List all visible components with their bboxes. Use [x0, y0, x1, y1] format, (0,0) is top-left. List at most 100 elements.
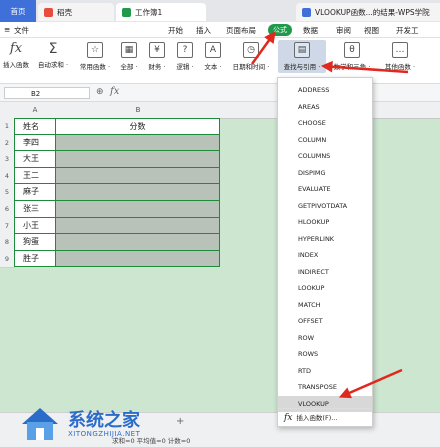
name-cell[interactable]: 王二	[14, 167, 56, 185]
row-header[interactable]: 4	[0, 167, 15, 186]
name-cell[interactable]: 李四	[14, 134, 56, 152]
row-header[interactable]: 6	[0, 201, 15, 219]
fx-bar-icon[interactable]: fx	[110, 86, 119, 97]
function-item-choose[interactable]: CHOOSE	[278, 115, 372, 131]
lookup-reference-button[interactable]: ▤ 查找与引用 ·	[278, 40, 326, 73]
formula-toolbar: fx 插入函数 Σ 自动求和 · ☆ 常用函数 · ▦ 全部 · ¥ 财务 · …	[0, 38, 440, 84]
row-header[interactable]: 3	[0, 151, 15, 169]
insert-function-menu-label: 插入函数(F)...	[296, 414, 338, 422]
score-cell[interactable]	[56, 184, 220, 201]
row-header[interactable]: 9	[0, 250, 15, 269]
menu-view[interactable]: 视图	[364, 25, 379, 36]
function-item-rows[interactable]: ROWS	[278, 346, 372, 362]
insert-function-label: 插入函数	[3, 61, 29, 69]
tab-home-label: 首页	[10, 6, 26, 16]
browser-icon	[302, 7, 311, 17]
function-item-address[interactable]: ADDRESS	[278, 82, 372, 98]
function-item-evaluate[interactable]: EVALUATE	[278, 181, 372, 197]
menu-icon[interactable]: ≡	[4, 25, 10, 34]
function-item-hyperlink[interactable]: HYPERLINK	[278, 231, 372, 247]
name-cell[interactable]: 麻子	[14, 184, 56, 201]
menu-review[interactable]: 审阅	[336, 25, 351, 36]
name-cell[interactable]: 小王	[14, 217, 56, 235]
select-all-corner[interactable]	[0, 102, 15, 119]
score-cell[interactable]	[56, 134, 220, 152]
column-header-a[interactable]: A	[14, 102, 57, 119]
name-cell[interactable]: 大王	[14, 151, 56, 168]
function-item-rtd[interactable]: RTD	[278, 363, 372, 379]
lookup-reference-dropdown: ADDRESS AREAS CHOOSE COLUMN COLUMNS DISPIMG EV…	[277, 77, 373, 427]
insert-function-menu-item[interactable]: fx 插入函数(F)...	[278, 408, 372, 426]
name-cell[interactable]: 狗蛋	[14, 234, 56, 251]
daoke-icon	[44, 7, 53, 17]
other-functions-button[interactable]: … 其他函数 ·	[380, 42, 420, 71]
text-button[interactable]: A 文本 ·	[201, 42, 225, 71]
function-item-areas[interactable]: AREAS	[278, 99, 372, 115]
score-cell[interactable]	[56, 250, 220, 268]
row-header[interactable]: 5	[0, 184, 15, 202]
score-cell[interactable]	[56, 167, 220, 185]
function-item-getpivotdata[interactable]: GETPIVOTDATA	[278, 198, 372, 214]
math-trig-label: 数学和三角 ·	[333, 63, 371, 71]
tab-daoke-label: 稻壳	[57, 7, 72, 17]
all-functions-button[interactable]: ▦ 全部 ·	[117, 42, 141, 71]
fx-icon: fx	[9, 41, 23, 56]
function-item-offset[interactable]: OFFSET	[278, 313, 372, 329]
function-item-index[interactable]: INDEX	[278, 247, 372, 263]
header-cell-name[interactable]: 姓名	[14, 118, 56, 135]
function-item-indirect[interactable]: INDIRECT	[278, 264, 372, 280]
tab-daoke[interactable]: 稻壳	[38, 3, 114, 21]
row-header[interactable]: 1	[0, 118, 15, 136]
row-header[interactable]: 8	[0, 234, 15, 252]
zoom-icon[interactable]: ⊕	[96, 87, 104, 97]
tab-vlookup-page[interactable]: VLOOKUP函数...的结果-WPS学院	[296, 3, 440, 21]
score-cell[interactable]	[56, 217, 220, 235]
tab-workbook-label: 工作簿1	[135, 7, 163, 17]
row-header[interactable]: 2	[0, 134, 15, 153]
text-label: 文本 ·	[204, 63, 222, 71]
date-time-button[interactable]: ◷ 日期和时间 ·	[229, 42, 273, 71]
menu-file[interactable]: 文件	[14, 25, 29, 36]
function-item-column[interactable]: COLUMN	[278, 132, 372, 148]
tab-home[interactable]: 首页	[0, 0, 36, 22]
function-item-lookup[interactable]: LOOKUP	[278, 280, 372, 296]
function-item-dispimg[interactable]: DISPIMG	[278, 165, 372, 181]
score-cell[interactable]	[56, 151, 220, 168]
table-icon: ▤	[294, 42, 310, 58]
finance-button[interactable]: ¥ 财务 ·	[145, 42, 169, 71]
column-header-b[interactable]: B	[56, 102, 221, 119]
common-functions-button[interactable]: ☆ 常用函数 ·	[76, 42, 114, 71]
menu-bar: ≡ 文件 开始 插入 页面布局 公式 数据 审阅 视图 开发工	[0, 22, 440, 38]
menu-formula[interactable]: 公式	[268, 24, 292, 36]
worksheet-grid[interactable]: A B 1 姓名 分数 2 李四 3 大王 4 王二 5 麻子 6 张三 7 小王 8 狗蛋 9 胜子	[0, 102, 440, 412]
name-cell[interactable]: 张三	[14, 201, 56, 218]
common-functions-label: 常用函数 ·	[79, 63, 111, 71]
tab-workbook[interactable]: 工作簿1	[116, 3, 206, 21]
function-item-columns[interactable]: COLUMNS	[278, 148, 372, 164]
function-item-hlookup[interactable]: HLOOKUP	[278, 214, 372, 230]
menu-page-layout[interactable]: 页面布局	[226, 25, 256, 36]
score-cell[interactable]	[56, 201, 220, 218]
logic-label: 逻辑 ·	[176, 63, 194, 71]
menu-start[interactable]: 开始	[168, 25, 183, 36]
function-item-row[interactable]: ROW	[278, 330, 372, 346]
autosum-button[interactable]: Σ 自动求和 ·	[34, 42, 72, 69]
menu-insert[interactable]: 插入	[196, 25, 211, 36]
menu-developer[interactable]: 开发工	[396, 25, 419, 36]
finance-label: 财务 ·	[148, 63, 166, 71]
header-cell-score[interactable]: 分数	[56, 118, 220, 135]
name-cell[interactable]: 胜子	[14, 250, 56, 268]
function-item-match[interactable]: MATCH	[278, 297, 372, 313]
menu-data[interactable]: 数据	[303, 25, 318, 36]
insert-function-button[interactable]: fx 插入函数	[0, 41, 32, 70]
row-header[interactable]: 7	[0, 217, 15, 236]
logic-button[interactable]: ? 逻辑 ·	[173, 42, 197, 71]
question-icon: ?	[177, 42, 193, 58]
text-icon: A	[205, 42, 221, 58]
other-functions-label: 其他函数 ·	[384, 63, 416, 71]
score-cell[interactable]	[56, 234, 220, 251]
function-item-transpose[interactable]: TRANSPOSE	[278, 379, 372, 395]
theta-icon: θ	[344, 42, 360, 58]
math-trig-button[interactable]: θ 数学和三角 ·	[330, 42, 374, 71]
name-box[interactable]: B2	[4, 87, 90, 99]
